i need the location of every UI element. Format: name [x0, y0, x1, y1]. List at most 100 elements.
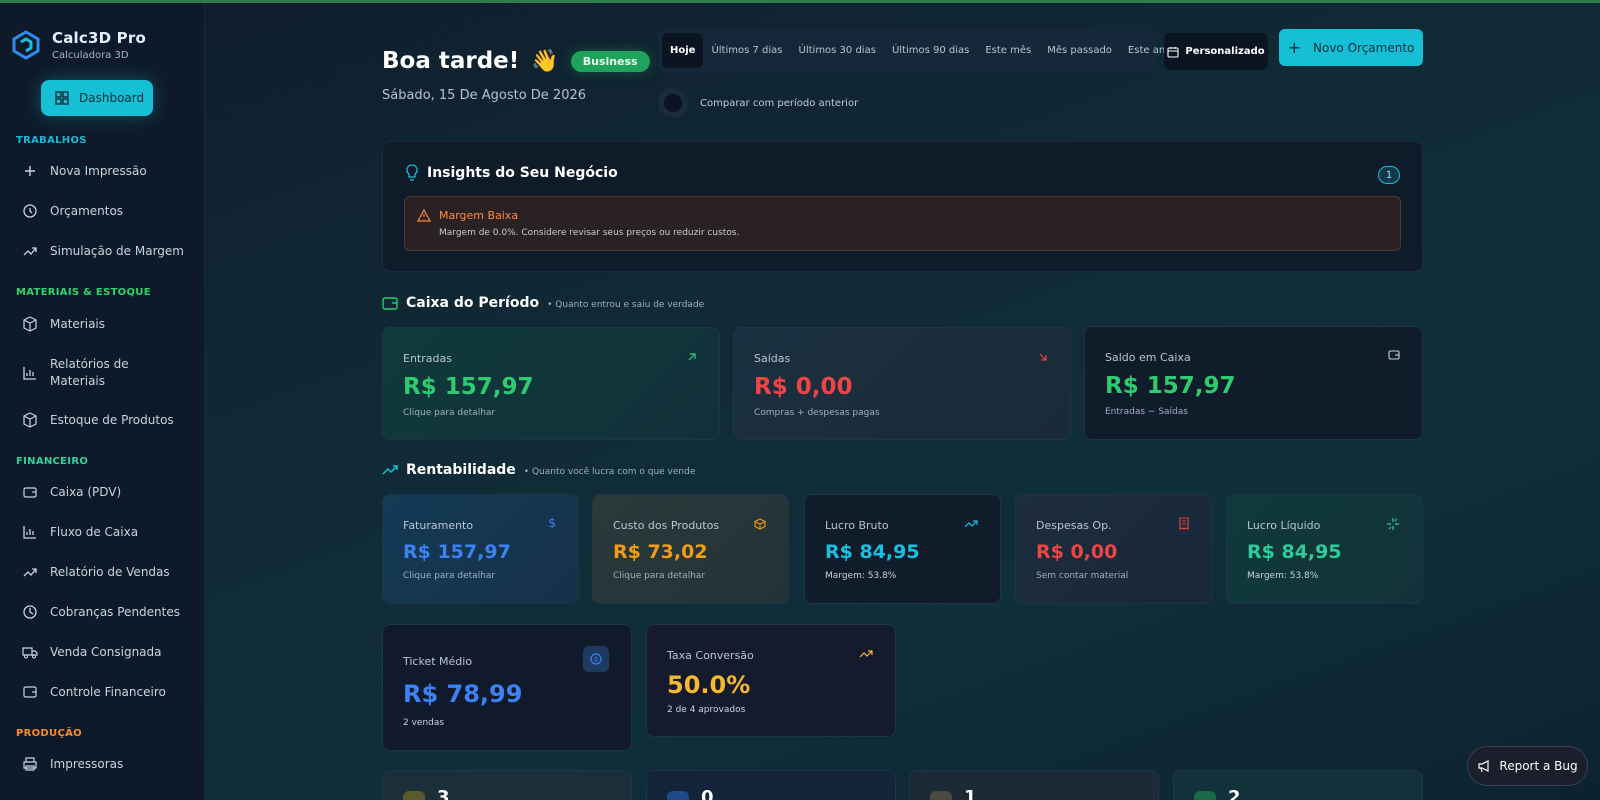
- period-option-mes-passado[interactable]: Mês passado: [1039, 33, 1120, 68]
- custom-period-button[interactable]: Personalizado: [1164, 33, 1268, 70]
- wallet-icon: [23, 686, 37, 698]
- card-subtext: 2 de 4 aprovados: [667, 705, 746, 715]
- sidebar-item-label: Cobranças Pendentes: [50, 605, 180, 619]
- sidebar-item-materiais[interactable]: Materiais: [22, 316, 197, 332]
- sparkles-icon: [1387, 518, 1399, 530]
- card-label: Entradas: [403, 352, 452, 365]
- card-custo-produtos[interactable]: Custo dos Produtos R$ 73,02 Clique para …: [592, 494, 789, 604]
- wallet-icon: [1388, 350, 1400, 360]
- sidebar-item-impressoras[interactable]: Impressoras: [22, 756, 197, 772]
- coin-icon-wrap: $: [583, 646, 609, 672]
- sidebar-item-controle-financeiro[interactable]: Controle Financeiro: [22, 684, 197, 700]
- box-icon: [23, 316, 37, 332]
- brand-subtitle: Calculadora 3D: [52, 50, 129, 61]
- svg-text:$: $: [594, 656, 598, 664]
- card-value: R$ 157,97: [403, 374, 534, 400]
- card-saldo-caixa[interactable]: Saldo em Caixa R$ 157,97 Entradas − Saíd…: [1084, 326, 1423, 440]
- sidebar-item-label: Simulação de Margem: [50, 244, 184, 258]
- insights-title: Insights do Seu Negócio: [427, 165, 618, 181]
- card-value: R$ 157,97: [1105, 373, 1236, 399]
- period-option-90-dias[interactable]: Últimos 90 dias: [884, 33, 977, 68]
- sidebar-item-relatorio-vendas[interactable]: Relatório de Vendas: [22, 564, 197, 580]
- rentabilidade-section-header: Rentabilidade • Quanto você lucra com o …: [382, 462, 695, 478]
- sidebar-item-orcamentos[interactable]: Orçamentos: [22, 203, 197, 219]
- summary-icon: [930, 791, 952, 800]
- sidebar-item-label: Relatórios de Materiais: [50, 357, 129, 388]
- summary-card-1[interactable]: 3: [382, 770, 632, 800]
- sidebar-item-relatorios-materiais[interactable]: Relatórios de Materiais: [22, 356, 197, 390]
- wallet-icon: [382, 297, 398, 310]
- sidebar-item-cobrancas-pendentes[interactable]: Cobranças Pendentes: [22, 604, 197, 620]
- rentabilidade-title: Rentabilidade: [406, 462, 516, 478]
- summary-count: 2: [1228, 787, 1241, 800]
- greeting-row: Boa tarde! 👋 Business: [382, 48, 650, 74]
- card-entradas[interactable]: Entradas R$ 157,97 Clique para detalhar: [382, 327, 720, 440]
- report-bug-label: Report a Bug: [1499, 759, 1578, 773]
- card-value: R$ 0,00: [754, 374, 853, 400]
- card-label: Custo dos Produtos: [613, 519, 720, 532]
- sidebar-item-estoque-produtos[interactable]: Estoque de Produtos: [22, 412, 197, 428]
- sidebar-item-caixa-pdv[interactable]: Caixa (PDV): [22, 484, 197, 500]
- dashboard-label: Dashboard: [79, 91, 145, 105]
- sidebar-item-dashboard[interactable]: Dashboard: [41, 80, 153, 116]
- card-subtext: 2 vendas: [403, 718, 445, 728]
- compare-toggle-row: Comparar com período anterior: [658, 88, 858, 118]
- summary-card-2[interactable]: 0: [646, 770, 896, 800]
- card-faturamento[interactable]: Faturamento $ R$ 157,97 Clique para deta…: [382, 494, 579, 604]
- caixa-title: Caixa do Período: [406, 295, 540, 311]
- sidebar-item-nova-impressao[interactable]: Nova Impressão: [22, 163, 197, 179]
- trending-up-icon: [23, 568, 37, 577]
- summary-count: 3: [437, 787, 450, 800]
- calc3d-logo-icon: [12, 30, 40, 60]
- card-value: R$ 84,95: [1247, 541, 1342, 563]
- card-despesas-op[interactable]: Despesas Op. R$ 0,00 Sem contar material: [1015, 494, 1212, 604]
- bar-chart-icon: [23, 367, 36, 380]
- card-lucro-liquido[interactable]: Lucro Líquido R$ 84,95 Margem: 53.8%: [1226, 494, 1423, 604]
- card-saidas[interactable]: Saídas R$ 0,00 Compras + despesas pagas: [733, 327, 1071, 440]
- top-accent-line: [0, 0, 1600, 3]
- section-title-trabalhos: TRABALHOS: [16, 135, 87, 146]
- insight-alert[interactable]: Margem Baixa Margem de 0.0%. Considere r…: [404, 196, 1401, 251]
- card-subtext: Margem: 53.8%: [1247, 571, 1319, 581]
- truck-icon: [22, 647, 38, 659]
- summary-card-4[interactable]: 2: [1173, 770, 1423, 800]
- sidebar-item-fluxo-caixa[interactable]: Fluxo de Caixa: [22, 524, 197, 540]
- lightbulb-icon: [406, 164, 418, 181]
- section-title-materiais: MATERIAIS & ESTOQUE: [16, 287, 151, 298]
- card-subtext: Margem: 53.8%: [825, 571, 897, 581]
- brand[interactable]: Calc3D Pro Calculadora 3D: [0, 3, 204, 65]
- sidebar-item-simulacao-margem[interactable]: Simulação de Margem: [22, 243, 197, 259]
- period-option-30-dias[interactable]: Últimos 30 dias: [791, 33, 884, 68]
- sidebar-item-venda-consignada[interactable]: Venda Consignada: [22, 644, 197, 660]
- summary-card-3[interactable]: 1: [909, 770, 1159, 800]
- card-ticket-medio[interactable]: Ticket Médio $ R$ 78,99 2 vendas: [382, 624, 632, 751]
- calendar-icon: [1167, 46, 1179, 58]
- card-taxa-conversao[interactable]: Taxa Conversão 50.0% 2 de 4 aprovados: [646, 624, 896, 737]
- history-icon: [23, 204, 37, 218]
- sidebar-item-label: Orçamentos: [50, 204, 124, 218]
- new-quote-button[interactable]: + Novo Orçamento: [1279, 29, 1423, 66]
- package-icon: [23, 412, 37, 428]
- card-lucro-bruto[interactable]: Lucro Bruto R$ 84,95 Margem: 53.8%: [804, 494, 1001, 604]
- card-subtext: Clique para detalhar: [613, 571, 706, 581]
- period-option-este-mes[interactable]: Este mês: [977, 33, 1039, 68]
- trending-up-icon: [23, 247, 37, 256]
- card-label: Lucro Bruto: [825, 519, 889, 532]
- arrow-up-right-icon: [688, 353, 696, 361]
- trending-up-icon: [964, 520, 978, 528]
- sidebar: Calc3D Pro Calculadora 3D Dashboard TRAB…: [0, 3, 205, 800]
- summary-icon: [1194, 791, 1216, 800]
- period-option-hoje[interactable]: Hoje: [662, 33, 704, 68]
- package-icon: [754, 518, 766, 530]
- toggle-knob: [664, 94, 682, 112]
- current-date: Sábado, 15 De Agosto De 2026: [382, 88, 587, 103]
- report-bug-button[interactable]: Report a Bug: [1467, 746, 1588, 786]
- new-quote-label: Novo Orçamento: [1313, 40, 1415, 55]
- sidebar-item-label: Impressoras: [50, 757, 124, 771]
- trending-up-icon: [859, 650, 873, 658]
- compare-toggle[interactable]: [658, 88, 688, 118]
- wave-emoji: 👋: [531, 48, 559, 74]
- arrow-down-right-icon: [1039, 353, 1047, 361]
- period-option-7-dias[interactable]: Últimos 7 dias: [703, 33, 790, 68]
- sidebar-item-label: Nova Impressão: [50, 164, 147, 178]
